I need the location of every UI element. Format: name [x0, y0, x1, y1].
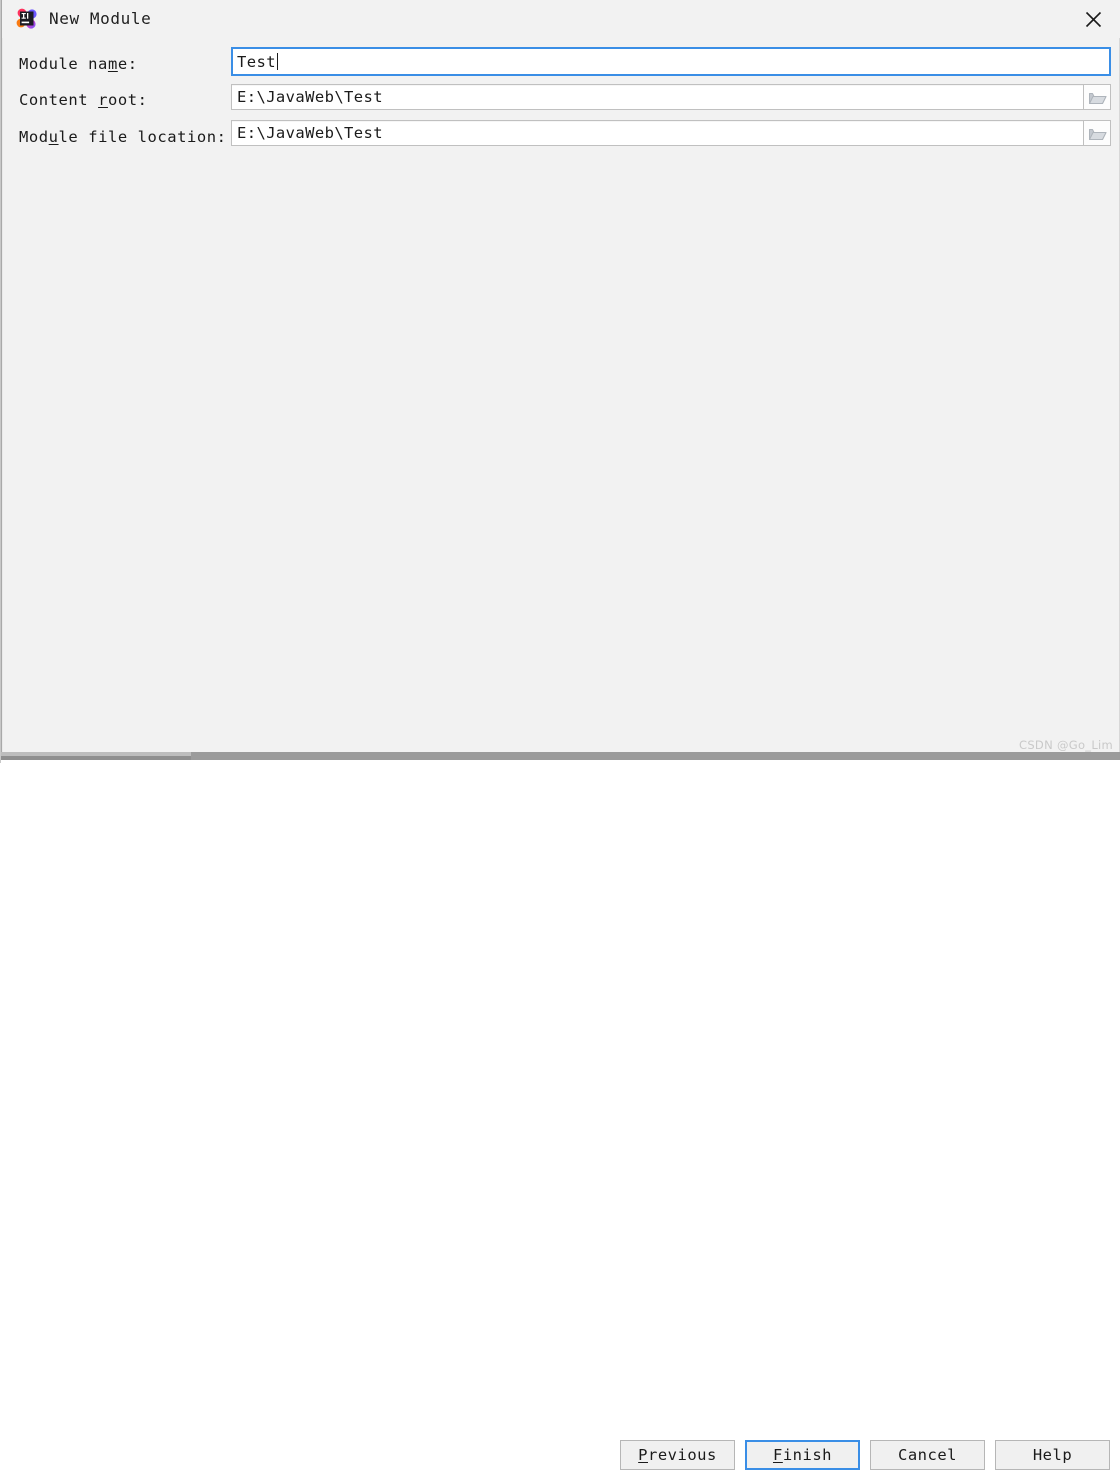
module-file-location-input[interactable]: E:\JavaWeb\Test — [231, 120, 1083, 146]
module-file-location-value: E:\JavaWeb\Test — [237, 124, 383, 142]
content-root-value: E:\JavaWeb\Test — [237, 88, 383, 106]
previous-button-mnemonic: P — [638, 1446, 648, 1464]
content-root-label-before: Content — [19, 91, 99, 109]
dialog-button-bar: Previous Finish Cancel Help — [1, 719, 1120, 1470]
module-name-label-after: e: — [117, 55, 138, 73]
module-name-label-mnemonic: m — [107, 55, 118, 73]
new-module-dialog: New Module Module name: Test Content roo… — [0, 0, 1120, 1470]
finish-button[interactable]: Finish — [745, 1440, 860, 1470]
content-root-input[interactable]: E:\JavaWeb\Test — [231, 84, 1083, 110]
content-root-label-after: oot: — [107, 91, 148, 109]
previous-button[interactable]: Previous — [620, 1440, 735, 1470]
module-name-input[interactable]: Test — [231, 47, 1111, 76]
close-icon[interactable] — [1071, 0, 1117, 38]
intellij-idea-logo-icon — [16, 8, 37, 29]
module-name-label: Module name: — [19, 55, 138, 73]
module-file-location-label-before: Mod — [19, 128, 49, 146]
help-button[interactable]: Help — [995, 1440, 1110, 1470]
finish-button-mnemonic: F — [772, 1446, 783, 1464]
bottom-strip-dark — [191, 752, 1120, 760]
module-name-label-before: Module na — [19, 55, 108, 73]
window-bottom-edge — [1, 752, 1120, 763]
dialog-title: New Module — [49, 9, 152, 28]
folder-icon — [1089, 93, 1107, 104]
module-file-location-label-mnemonic: u — [48, 128, 59, 146]
text-caret — [276, 53, 278, 70]
module-file-location-label-after: le file location: — [58, 128, 227, 146]
module-file-location-label: Module file location: — [19, 128, 227, 146]
cancel-button[interactable]: Cancel — [870, 1440, 985, 1470]
help-button-label: Help — [1032, 1446, 1073, 1464]
module-name-value: Test — [237, 52, 276, 71]
dialog-titlebar: New Module — [2, 0, 1120, 38]
cancel-button-label: Cancel — [898, 1446, 957, 1464]
bottom-strip-dark-left — [1, 756, 191, 760]
content-root-browse-button[interactable] — [1083, 84, 1111, 110]
folder-icon — [1089, 129, 1107, 140]
window-left-edge — [1, 0, 3, 752]
content-root-label-mnemonic: r — [98, 91, 108, 109]
module-file-location-browse-button[interactable] — [1083, 120, 1111, 146]
finish-button-label: inish — [782, 1446, 832, 1464]
previous-button-label: revious — [648, 1446, 717, 1464]
content-root-label: Content root: — [19, 91, 147, 109]
